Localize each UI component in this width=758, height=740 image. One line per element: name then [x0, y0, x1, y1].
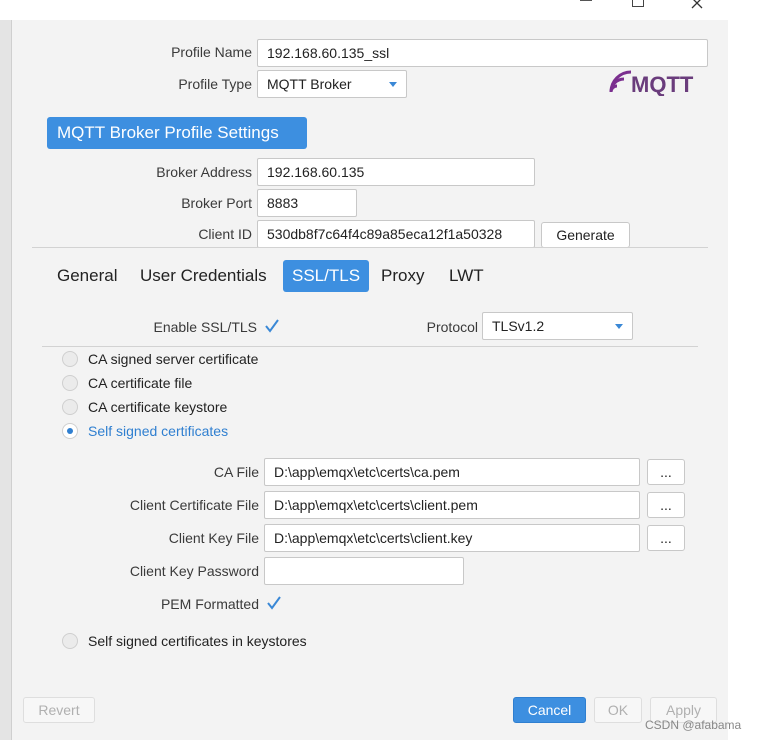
background-strip: [728, 0, 758, 740]
divider: [42, 346, 698, 347]
profile-type-select[interactable]: MQTT Broker: [257, 70, 407, 98]
client-id-label: Client ID: [198, 226, 252, 242]
profile-name-input[interactable]: 192.168.60.135_ssl: [257, 39, 708, 67]
left-border: [0, 20, 12, 740]
tab-user-credentials[interactable]: User Credentials: [131, 260, 276, 292]
enable-ssl-checkbox[interactable]: [264, 318, 280, 334]
protocol-value: TLSv1.2: [492, 318, 545, 334]
divider: [32, 247, 708, 248]
maximize-icon[interactable]: [632, 0, 644, 7]
radio-label: CA certificate keystore: [88, 399, 228, 415]
tab-general[interactable]: General: [48, 260, 126, 292]
broker-port-label: Broker Port: [181, 195, 252, 211]
title-bar: [0, 0, 728, 20]
generate-button[interactable]: Generate: [541, 222, 630, 248]
radio-label: CA certificate file: [88, 375, 193, 391]
tab-proxy[interactable]: Proxy: [372, 260, 433, 292]
browse-client-key-button[interactable]: ...: [647, 525, 685, 551]
client-certificate-label: Client Certificate File: [129, 497, 259, 513]
ok-button[interactable]: OK: [594, 697, 642, 723]
checkmark-icon: [265, 319, 279, 333]
broker-port-input[interactable]: 8883: [257, 189, 357, 217]
cancel-button[interactable]: Cancel: [513, 697, 586, 723]
client-key-password-input[interactable]: [264, 557, 464, 585]
watermark: CSDN @afabama: [645, 718, 742, 732]
profile-type-label: Profile Type: [178, 76, 252, 92]
broker-settings-heading: MQTT Broker Profile Settings: [47, 117, 307, 149]
enable-ssl-label: Enable SSL/TLS: [153, 319, 257, 335]
profile-type-value: MQTT Broker: [267, 76, 352, 92]
protocol-select[interactable]: TLSv1.2: [482, 312, 633, 340]
revert-button[interactable]: Revert: [23, 697, 95, 723]
radio-ca-signed-server[interactable]: [62, 351, 78, 367]
radio-label: CA signed server certificate: [88, 351, 259, 367]
radio-ca-certificate-file[interactable]: [62, 375, 78, 391]
client-certificate-input[interactable]: D:\app\emqx\etc\certs\client.pem: [264, 491, 640, 519]
mqtt-logo: MQTT: [609, 70, 709, 97]
tab-ssl-tls[interactable]: SSL/TLS: [283, 260, 370, 292]
ca-file-input[interactable]: D:\app\emqx\etc\certs\ca.pem: [264, 458, 640, 486]
checkmark-icon: [267, 596, 281, 610]
pem-formatted-checkbox[interactable]: [266, 595, 282, 611]
close-icon[interactable]: [690, 0, 704, 10]
minimize-icon[interactable]: [580, 0, 592, 4]
client-key-label: Client Key File: [168, 530, 259, 546]
protocol-label: Protocol: [426, 319, 478, 335]
chevron-down-icon: [615, 324, 623, 329]
client-id-input[interactable]: 530db8f7c64f4c89a85eca12f1a50328: [257, 220, 535, 248]
pem-formatted-label: PEM Formatted: [160, 596, 259, 612]
broker-address-label: Broker Address: [156, 164, 252, 180]
svg-text:MQTT: MQTT: [631, 72, 694, 96]
tab-lwt[interactable]: LWT: [440, 260, 493, 292]
radio-self-signed-keystores[interactable]: [62, 633, 78, 649]
client-key-password-label: Client Key Password: [129, 563, 259, 579]
browse-client-certificate-button[interactable]: ...: [647, 492, 685, 518]
radio-label: Self signed certificates in keystores: [88, 633, 307, 649]
ca-file-label: CA File: [213, 464, 259, 480]
radio-ca-certificate-keystore[interactable]: [62, 399, 78, 415]
chevron-down-icon: [389, 82, 397, 87]
client-key-input[interactable]: D:\app\emqx\etc\certs\client.key: [264, 524, 640, 552]
radio-label-selected: Self signed certificates: [88, 423, 229, 439]
profile-name-label: Profile Name: [171, 44, 252, 60]
broker-address-input[interactable]: 192.168.60.135: [257, 158, 535, 186]
browse-ca-file-button[interactable]: ...: [647, 459, 685, 485]
radio-self-signed-certificates[interactable]: [62, 423, 78, 439]
